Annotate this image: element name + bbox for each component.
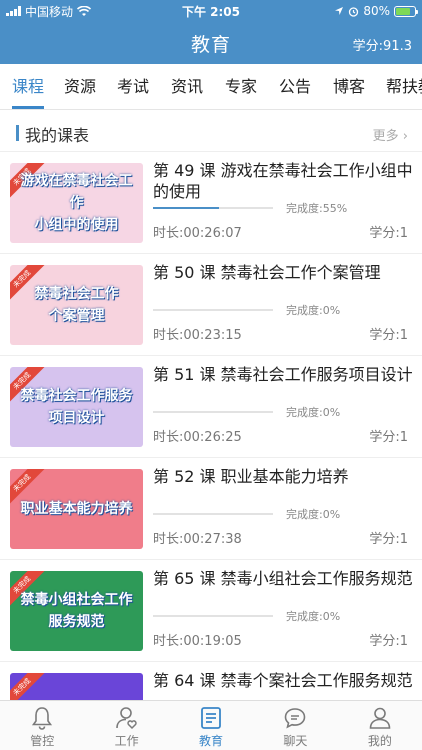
tab-announcements[interactable]: 公告 <box>279 64 311 109</box>
course-credit: 学分:1 <box>369 328 408 343</box>
bottom-tab-control[interactable]: 管控 <box>0 701 84 750</box>
course-duration: 时长:00:26:25 <box>153 430 242 445</box>
bottom-tab-mine[interactable]: 我的 <box>338 701 422 750</box>
thumbnail-line: 职业基本能力培养 <box>20 501 133 517</box>
thumbnail-line: 服务规范 <box>48 614 105 630</box>
course-credit: 学分:1 <box>369 532 408 547</box>
course-title[interactable]: 第 65 课 禁毒小组社会工作服务规范 <box>153 568 415 589</box>
progress-label: 完成度:0% <box>286 610 341 623</box>
course-credit: 学分:1 <box>369 430 408 445</box>
wifi-icon <box>77 5 92 16</box>
tab-blog[interactable]: 博客 <box>333 64 365 109</box>
thumbnail-line: 禁毒社会工作服务 <box>20 388 133 404</box>
course-thumbnail[interactable]: 未完成 禁毒社会工作服务 项目设计 <box>10 367 143 447</box>
course-row[interactable]: 未完成 游戏在禁毒社会工作 小组中的使用第 49 课 游戏在禁毒社会工作小组中的使用… <box>0 151 422 252</box>
course-row[interactable]: 未完成 禁毒社会工作服务 项目设计第 51 课 禁毒社会工作服务项目设计完成度:0%… <box>0 355 422 456</box>
course-title[interactable]: 第 51 课 禁毒社会工作服务项目设计 <box>153 364 415 385</box>
status-bar: 中国移动 下午 2:05 80% <box>0 0 422 22</box>
progress-label: 完成度:0% <box>286 406 341 419</box>
course-row[interactable]: 未完成 禁毒小组社会工作 服务规范第 65 课 禁毒小组社会工作服务规范完成度:0%… <box>0 559 422 660</box>
progress-bar <box>153 309 273 311</box>
course-row[interactable]: 未完成 职业基本能力培养第 52 课 职业基本能力培养完成度:0% 时长:00:27… <box>0 457 422 558</box>
alarm-icon <box>349 6 359 17</box>
tab-assistance[interactable]: 帮扶教 <box>386 64 422 109</box>
course-title[interactable]: 第 49 课 游戏在禁毒社会工作小组中的使用 <box>153 160 415 202</box>
progress-bar <box>153 615 273 617</box>
book-list-icon <box>201 707 221 729</box>
thumbnail-line: 禁毒小组社会工作 <box>20 592 133 608</box>
course-credit: 学分:1 <box>369 226 408 241</box>
thumbnail-line: 小组中的使用 <box>34 217 119 233</box>
thumbnail-line: 游戏在禁毒社会工作 <box>20 173 133 211</box>
course-duration: 时长:00:27:38 <box>153 532 242 547</box>
tab-resources[interactable]: 资源 <box>64 64 96 109</box>
status-time: 下午 2:05 <box>181 4 241 19</box>
bottom-tab-label: 我的 <box>367 734 392 748</box>
bottom-tab-label: 教育 <box>199 734 224 748</box>
bottom-tab-label: 管控 <box>30 734 55 748</box>
course-duration: 时长:00:26:07 <box>153 226 242 241</box>
app-header: 中国移动 下午 2:05 80% 教育 学分:91.3 <box>0 0 422 64</box>
credit-score: 学分:91.3 <box>352 39 412 54</box>
section-accent-bar <box>16 125 19 141</box>
bell-icon <box>32 707 53 730</box>
section-title: 我的课表 <box>25 126 90 145</box>
thumbnail-text: 禁毒社会工作服务 项目设计 <box>10 367 143 447</box>
tab-courses[interactable]: 课程 <box>12 64 44 109</box>
progress-bar <box>153 411 273 413</box>
progress-fill <box>153 207 219 209</box>
tab-news[interactable]: 资讯 <box>171 64 203 109</box>
course-credit: 学分:1 <box>369 634 408 649</box>
course-thumbnail[interactable]: 未完成 禁毒小组社会工作 服务规范 <box>10 571 143 651</box>
course-title[interactable]: 第 52 课 职业基本能力培养 <box>153 466 415 487</box>
progress-bar <box>153 207 273 209</box>
category-tabs: 课程 资源 考试 资讯 专家 公告 博客 帮扶教 <box>0 64 422 110</box>
progress-bar <box>153 513 273 515</box>
thumbnail-text: 禁毒小组社会工作 服务规范 <box>10 571 143 651</box>
thumbnail-line: 项目设计 <box>48 410 105 426</box>
course-thumbnail[interactable]: 未完成 禁毒社会工作 个案管理 <box>10 265 143 345</box>
course-duration: 时长:00:19:05 <box>153 634 242 649</box>
progress-label: 完成度:55% <box>286 202 348 215</box>
bottom-tab-chat[interactable]: 聊天 <box>253 701 337 750</box>
progress-label: 完成度:0% <box>286 304 341 317</box>
course-title[interactable]: 第 64 课 禁毒个案社会工作服务规范 <box>153 670 415 691</box>
course-title[interactable]: 第 50 课 禁毒社会工作个案管理 <box>153 262 415 283</box>
thumbnail-text: 职业基本能力培养 <box>10 469 143 549</box>
battery-icon <box>394 5 418 17</box>
progress-label: 完成度:0% <box>286 508 341 521</box>
chat-bubble-icon <box>285 708 306 729</box>
active-tab-indicator <box>12 106 44 109</box>
course-duration: 时长:00:23:15 <box>153 328 242 343</box>
bottom-tab-work[interactable]: 工作 <box>84 701 168 750</box>
course-row[interactable]: 未完成 禁毒社会工作 个案管理第 50 课 禁毒社会工作个案管理完成度:0% 时长:0… <box>0 253 422 354</box>
bottom-tab-label: 聊天 <box>283 734 308 748</box>
thumbnail-line: 个案管理 <box>48 308 105 324</box>
person-heart-icon <box>115 707 137 730</box>
thumbnail-text: 游戏在禁毒社会工作小组中的使用 <box>10 163 143 243</box>
course-thumbnail[interactable]: 未完成 游戏在禁毒社会工作 小组中的使用 <box>10 163 143 243</box>
tab-experts[interactable]: 专家 <box>225 64 257 109</box>
section-header: 我的课表 更多 › <box>0 115 422 149</box>
thumbnail-line: 禁毒社会工作 <box>34 286 119 302</box>
tab-exams[interactable]: 考试 <box>117 64 149 109</box>
bottom-tab-education[interactable]: 教育 <box>169 701 253 750</box>
chevron-right-icon: › <box>402 129 408 144</box>
carrier-label: 中国移动 <box>25 4 74 19</box>
bottom-tab-label: 工作 <box>114 734 139 748</box>
location-icon <box>335 7 344 15</box>
more-link[interactable]: 更多 › <box>373 125 408 144</box>
battery-percent: 80% <box>363 4 390 18</box>
thumbnail-text: 禁毒社会工作 个案管理 <box>10 265 143 345</box>
user-icon <box>369 707 391 729</box>
more-label: 更多 <box>372 129 399 144</box>
bottom-tab-bar: 管控 工作 教育 聊天 我的 <box>0 700 422 750</box>
course-thumbnail[interactable]: 未完成 职业基本能力培养 <box>10 469 143 549</box>
signal-icon <box>6 6 21 16</box>
